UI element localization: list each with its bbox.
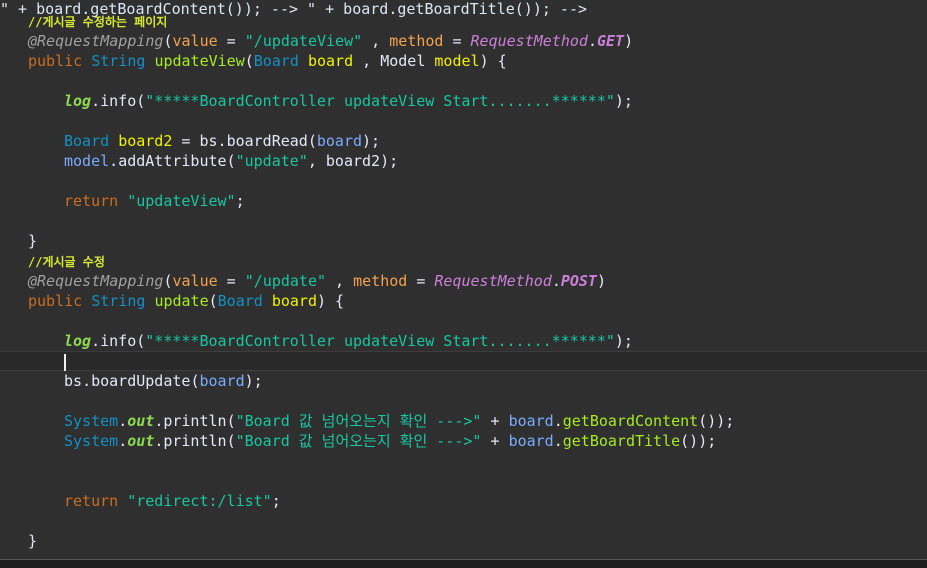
- type: String: [91, 292, 146, 310]
- code-line[interactable]: public String updateView(Board board , M…: [0, 51, 927, 71]
- string-literal: "updateView": [127, 192, 236, 210]
- variable: board2: [118, 132, 173, 150]
- string-literal: "update": [235, 152, 308, 170]
- method-call: info: [100, 332, 137, 350]
- enum-constant: GET: [596, 32, 625, 50]
- variable: board: [199, 372, 245, 390]
- method-call: boardUpdate: [91, 372, 191, 390]
- enum-class: RequestMethod: [470, 32, 588, 50]
- keyword: return: [64, 492, 119, 510]
- code-line[interactable]: model.addAttribute("update", board2);: [0, 151, 927, 171]
- code-line[interactable]: log.info("*****BoardController updateVie…: [0, 331, 927, 351]
- code-line[interactable]: }: [0, 531, 927, 551]
- variable: board2: [325, 152, 381, 170]
- keyword: public: [28, 52, 83, 70]
- method-name: update: [154, 292, 209, 310]
- code-line[interactable]: @RequestMapping(value = "/updateView" , …: [0, 31, 927, 51]
- code-line[interactable]: System.out.println("Board 값 넘어오는지 확인 ---…: [0, 431, 927, 451]
- variable: bs: [199, 132, 218, 150]
- variable: bs: [64, 372, 83, 390]
- method-call: println: [163, 412, 227, 430]
- string-literal: "*****BoardController updateView Start..…: [145, 332, 615, 350]
- enum-class: RequestMethod: [434, 272, 552, 290]
- annotation: @RequestMapping: [28, 32, 164, 50]
- string-literal: "Board 값 넘어오는지 확인 --->": [235, 432, 482, 450]
- comment: //게시글 수정: [28, 255, 105, 269]
- code-line[interactable]: //게시글 수정: [0, 251, 927, 271]
- field: log: [64, 92, 92, 110]
- type: System: [64, 432, 119, 450]
- code-line[interactable]: //게시글 수정하는 페이지: [0, 11, 927, 31]
- annotation: @RequestMapping: [28, 272, 164, 290]
- type: Board: [253, 52, 299, 70]
- method-call: info: [100, 92, 137, 110]
- method-call: println: [163, 432, 227, 450]
- field: log: [64, 332, 92, 350]
- method-name: updateView: [154, 52, 245, 70]
- method-call: getBoardTitle: [562, 432, 681, 450]
- type: Model: [380, 52, 426, 70]
- code-line[interactable]: return "redirect:/list";: [0, 491, 927, 511]
- annotation-param: method: [353, 272, 408, 290]
- code-line[interactable]: @RequestMapping(value = "/update" , meth…: [0, 271, 927, 291]
- horizontal-scrollbar[interactable]: [0, 559, 927, 568]
- method-call: addAttribute: [118, 152, 227, 170]
- comment: //게시글 수정하는 페이지: [28, 15, 168, 29]
- annotation-param: method: [389, 32, 444, 50]
- code-line[interactable]: log.info("*****BoardController updateVie…: [0, 91, 927, 111]
- code-editor[interactable]: //게시글 수정하는 페이지 @RequestMapping(value = "…: [0, 0, 927, 568]
- static-field: out: [127, 412, 155, 430]
- text-cursor: [64, 354, 66, 371]
- method-call: getBoardContent: [562, 412, 699, 430]
- keyword: public: [28, 292, 83, 310]
- string-literal: "Board 값 넘어오는지 확인 --->": [235, 412, 482, 430]
- code-line[interactable]: Board board2 = bs.boardRead(board);: [0, 131, 927, 151]
- code-line[interactable]: System.out.println("Board 값 넘어오는지 확인 ---…: [0, 411, 927, 431]
- string-literal: "/update": [244, 272, 327, 290]
- string-literal: "/updateView": [244, 32, 363, 50]
- parameter: model: [434, 52, 480, 70]
- current-line[interactable]: [0, 351, 927, 371]
- code-line[interactable]: bs.boardUpdate(board);: [0, 371, 927, 391]
- parameter: board: [307, 52, 354, 70]
- type: Board: [64, 132, 110, 150]
- variable: board: [508, 412, 554, 430]
- parameter: board: [271, 292, 317, 310]
- variable: board: [508, 432, 554, 450]
- enum-constant: POST: [560, 272, 597, 290]
- string-literal: "*****BoardController updateView Start..…: [145, 92, 615, 110]
- annotation-param: value: [172, 272, 218, 290]
- code-line[interactable]: public String update(Board board) {: [0, 291, 927, 311]
- method-call: boardRead: [226, 132, 308, 150]
- variable: board: [316, 132, 363, 150]
- string-literal: "redirect:/list": [127, 492, 272, 510]
- type: String: [91, 52, 146, 70]
- keyword: return: [64, 192, 119, 210]
- annotation-param: value: [172, 32, 218, 50]
- type: System: [64, 412, 119, 430]
- variable: model: [64, 152, 110, 170]
- code-line[interactable]: return "updateView";: [0, 191, 927, 211]
- type: Board: [217, 292, 263, 310]
- code-line[interactable]: }: [0, 231, 927, 251]
- static-field: out: [127, 432, 155, 450]
